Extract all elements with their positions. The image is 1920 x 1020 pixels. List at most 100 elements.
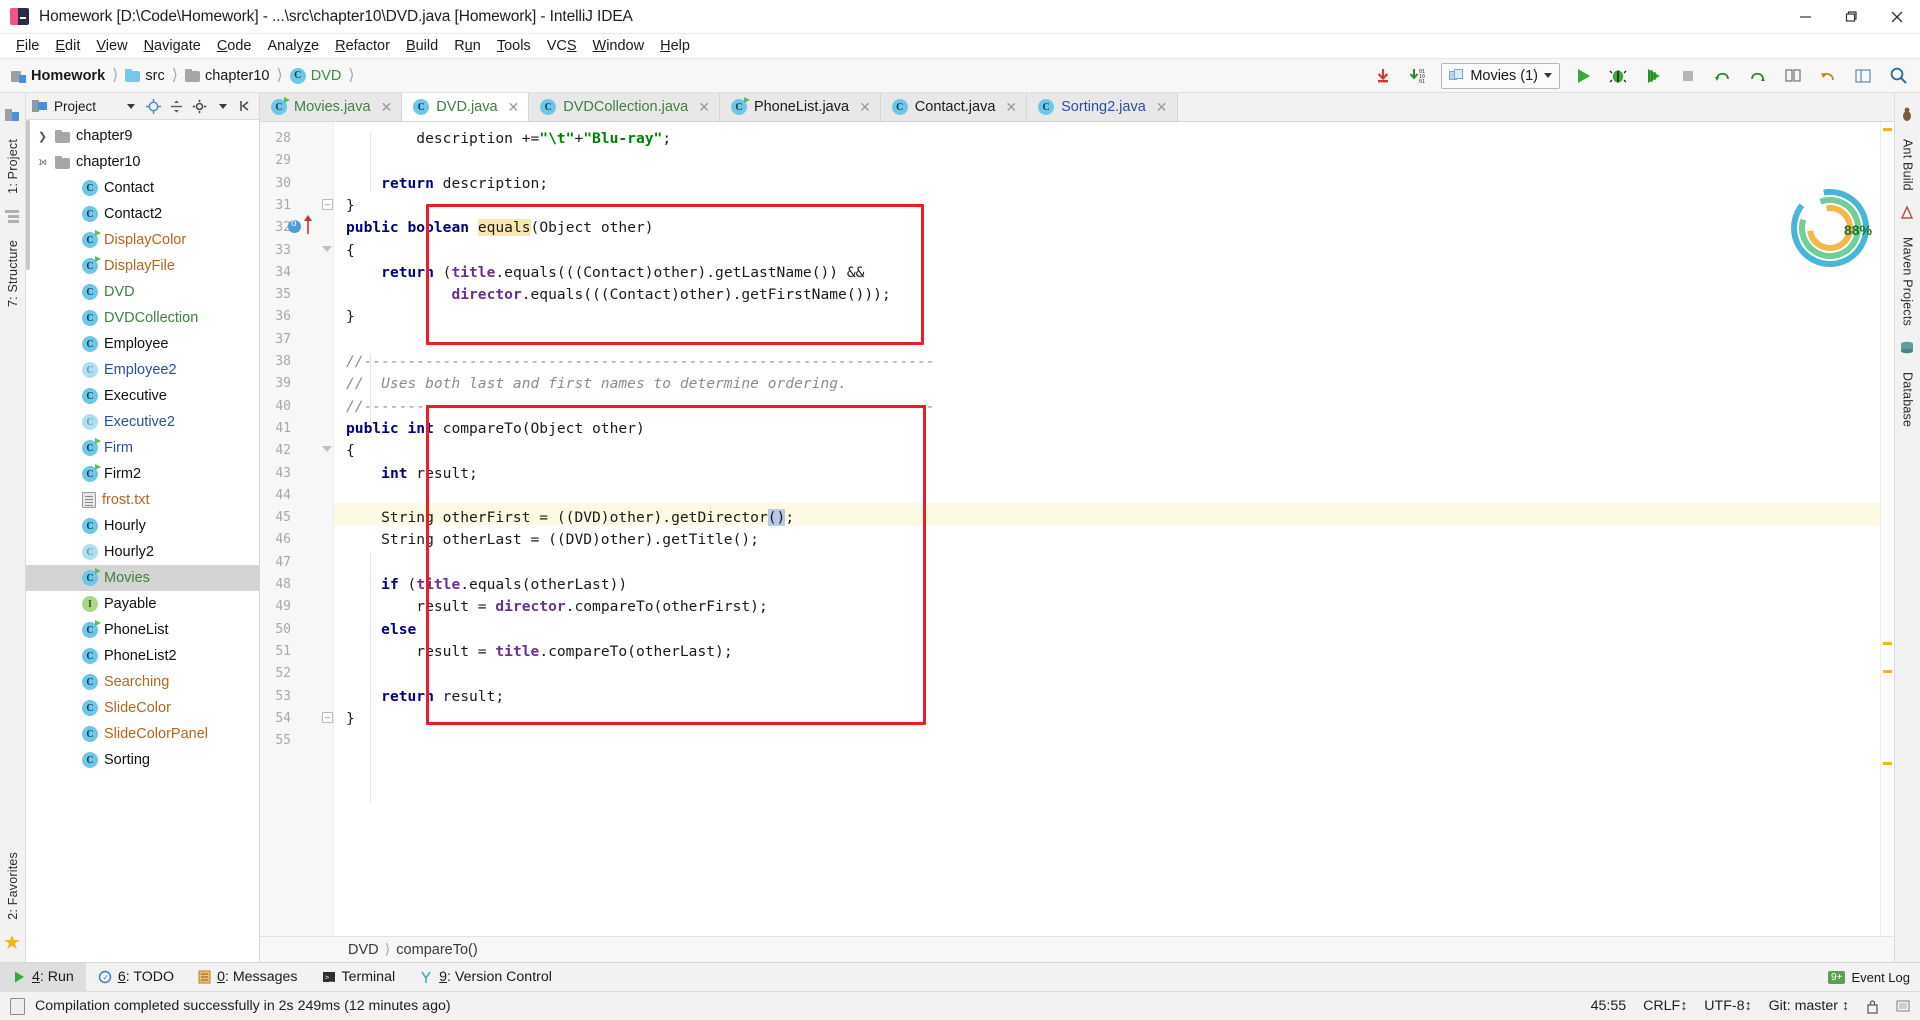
layout-icon[interactable] (1847, 62, 1879, 90)
fold-region-icon[interactable] (322, 446, 333, 457)
collapse-all-icon[interactable] (168, 98, 185, 115)
fold-collapse-icon[interactable]: – (322, 198, 333, 210)
fold-collapse-icon[interactable]: – (322, 711, 333, 723)
close-icon[interactable]: ✕ (1156, 99, 1168, 116)
file-encoding[interactable]: UTF-8↕ (1704, 998, 1751, 1014)
tree-item-executive2[interactable]: C Executive2 (26, 409, 259, 435)
tree-item-movies[interactable]: C Movies (26, 565, 259, 591)
tree-item-searching[interactable]: C Searching (26, 669, 259, 695)
menu-window[interactable]: Window (585, 36, 653, 56)
line-separator[interactable]: CRLF↕ (1643, 998, 1687, 1014)
event-log-label[interactable]: Event Log (1851, 970, 1910, 985)
editor-tab-sorting2[interactable]: C Sorting2.java ✕ (1027, 93, 1178, 121)
tree-item-firm[interactable]: C Firm (26, 435, 259, 461)
close-icon[interactable]: ✕ (381, 99, 393, 116)
update-project-icon[interactable] (1367, 62, 1399, 90)
close-icon[interactable]: ✕ (508, 99, 520, 116)
warning-marker[interactable] (1883, 642, 1892, 645)
editor-tab-movies[interactable]: C Movies.java ✕ (260, 93, 403, 121)
menu-run[interactable]: Run (446, 36, 489, 56)
menu-file[interactable]: File (8, 36, 47, 56)
tool-button-run[interactable]: 4: Run (0, 963, 86, 991)
minimize-icon[interactable] (1782, 0, 1828, 34)
tree-item-phonelist[interactable]: C PhoneList (26, 617, 259, 643)
sidebar-item-favorites[interactable]: 2: Favorites (3, 846, 23, 926)
menu-analyze[interactable]: Analyze (260, 36, 328, 56)
chevron-right-icon[interactable]: ❯ (36, 130, 49, 143)
sidebar-item-structure[interactable]: 7: Structure (3, 234, 23, 313)
tree-item-dvd[interactable]: C DVD (26, 279, 259, 305)
breadcrumb-src[interactable]: src (122, 68, 167, 84)
search-everywhere-icon[interactable] (1882, 62, 1914, 90)
fold-region-icon[interactable] (322, 245, 333, 257)
locate-icon[interactable] (145, 98, 162, 115)
tree-item-displaycolor[interactable]: C DisplayColor (26, 227, 259, 253)
tree-item-executive[interactable]: C Executive (26, 383, 259, 409)
tree-item-contact[interactable]: C Contact (26, 175, 259, 201)
menu-edit[interactable]: Edit (47, 36, 88, 56)
run-configuration-selector[interactable]: Movies (1) (1441, 62, 1560, 89)
warning-marker[interactable] (1883, 670, 1892, 673)
menu-code[interactable]: Code (209, 36, 260, 56)
gear-icon[interactable] (191, 98, 208, 115)
chevron-down-icon[interactable] (122, 98, 139, 115)
tool-button-terminal[interactable]: >_ Terminal (310, 963, 408, 991)
status-tooltip-icon[interactable] (10, 997, 25, 1015)
tree-item-slidecolor[interactable]: C SlideColor (26, 695, 259, 721)
menu-tools[interactable]: Tools (489, 36, 539, 56)
sidebar-item-maven-projects[interactable]: Maven Projects (1898, 231, 1918, 332)
tree-item-frost-txt[interactable]: frost.txt (26, 487, 259, 513)
ant-build-icon[interactable] (1899, 107, 1917, 125)
menu-vcs[interactable]: VCS (539, 36, 585, 56)
tool-button-version-control[interactable]: 9: Version Control (407, 963, 564, 991)
tool-button-todo[interactable]: ✓ 6: TODO (86, 963, 186, 991)
editor-gutter[interactable]: 28 29 30 31 32 33 34 35 36 37 38 39 40 41 42 43 44 45 46 47… (260, 122, 334, 936)
chevron-down-small-icon[interactable] (214, 98, 231, 115)
editor-tab-dvd[interactable]: C DVD.java ✕ (402, 93, 530, 121)
run-icon[interactable] (1567, 62, 1599, 90)
git-branch[interactable]: Git: master ↕ (1769, 998, 1849, 1014)
breadcrumb-class[interactable]: DVD (348, 942, 379, 958)
chevron-down-icon[interactable]: ⟕ (36, 156, 49, 169)
structure-panel-icon[interactable] (4, 208, 22, 226)
lock-icon[interactable] (1866, 999, 1879, 1014)
close-icon[interactable]: ✕ (698, 99, 710, 116)
editor-tab-dvdcollection[interactable]: C DVDCollection.java ✕ (529, 93, 720, 121)
menu-view[interactable]: View (88, 36, 135, 56)
undo-icon[interactable] (1812, 62, 1844, 90)
close-icon[interactable]: ✕ (1005, 99, 1017, 116)
memory-indicator[interactable] (1896, 999, 1910, 1013)
editor-tab-strip[interactable]: C Movies.java ✕ C DVD.java ✕ C DVDCollection.ja… (260, 93, 1894, 122)
tool-button-messages[interactable]: 0: Messages (186, 963, 309, 991)
tree-item-payable[interactable]: I Payable (26, 591, 259, 617)
tree-item-phonelist2[interactable]: C PhoneList2 (26, 643, 259, 669)
sidebar-item-ant-build[interactable]: Ant Build (1898, 133, 1918, 197)
tree-item-dvdcollection[interactable]: C DVDCollection (26, 305, 259, 331)
project-structure-icon[interactable] (4, 107, 22, 125)
maven-icon[interactable] (1899, 205, 1917, 223)
caret-position[interactable]: 45:55 (1591, 998, 1627, 1014)
sidebar-item-project[interactable]: 1: Project (3, 133, 23, 200)
database-icon[interactable] (1899, 340, 1917, 358)
breadcrumb-chapter10[interactable]: chapter10 (182, 68, 273, 84)
sidebar-item-database[interactable]: Database (1898, 366, 1918, 433)
error-stripe-markers[interactable] (1880, 122, 1894, 936)
tree-item-slidecolorpanel[interactable]: C SlideColorPanel (26, 721, 259, 747)
breadcrumb-homework[interactable]: Homework (8, 68, 108, 84)
warning-marker[interactable] (1883, 762, 1892, 765)
tree-item-employee2[interactable]: C Employee2 (26, 357, 259, 383)
tree-item-hourly2[interactable]: C Hourly2 (26, 539, 259, 565)
warning-marker[interactable] (1883, 128, 1892, 131)
tree-item-hourly[interactable]: C Hourly (26, 513, 259, 539)
code-text-area[interactable]: description +="\t"+"Blu-ray"; return des… (334, 122, 1880, 936)
tree-item-firm2[interactable]: C Firm2 (26, 461, 259, 487)
breadcrumb-dvd[interactable]: C DVD (287, 67, 345, 84)
tree-item-chapter9[interactable]: ❯ chapter9 (26, 123, 259, 149)
commit-changes-icon[interactable]: 01 10 01 (1402, 62, 1434, 90)
menu-help[interactable]: Help (652, 36, 698, 56)
tree-item-employee[interactable]: C Employee (26, 331, 259, 357)
menu-build[interactable]: Build (398, 36, 446, 56)
debug-icon[interactable] (1602, 62, 1634, 90)
tree-item-displayfile[interactable]: C DisplayFile (26, 253, 259, 279)
menu-refactor[interactable]: Refactor (327, 36, 398, 56)
